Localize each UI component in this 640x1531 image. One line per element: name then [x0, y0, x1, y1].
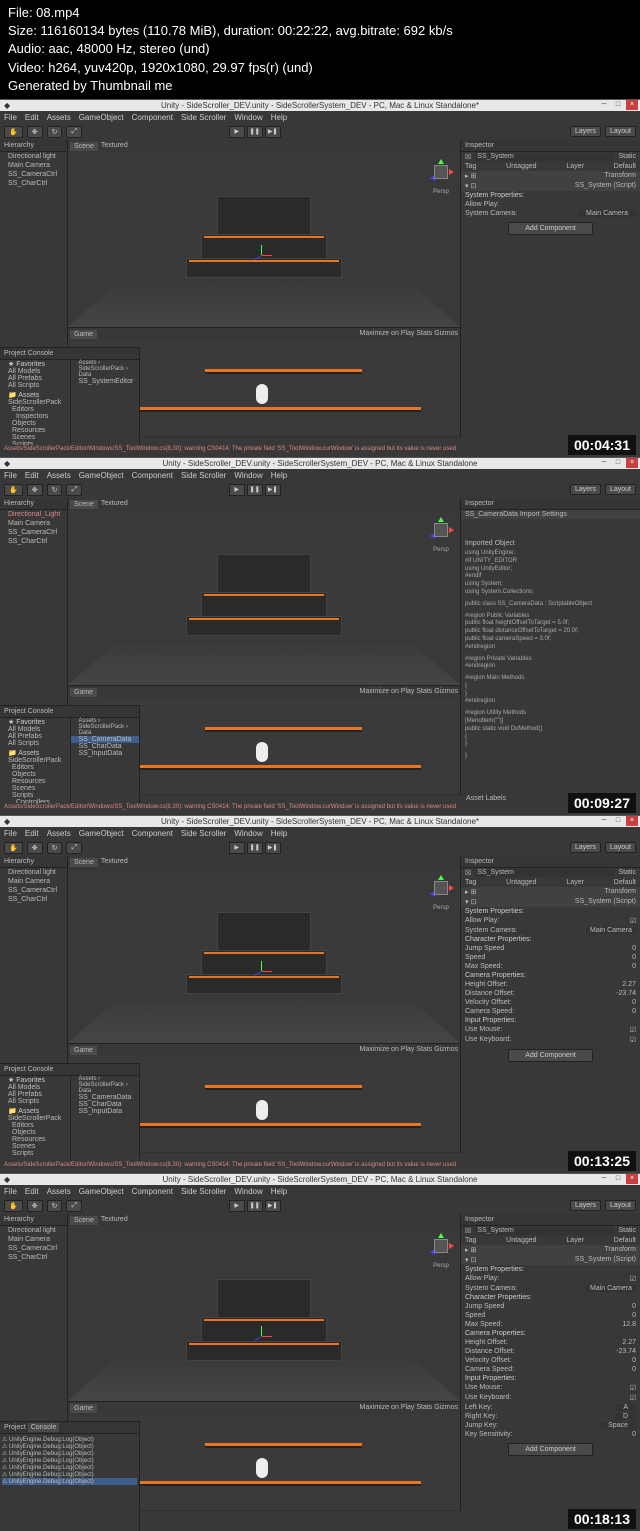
code-preview: using UnityEngine;#if UNITY_EDITORusing …: [461, 548, 640, 763]
maximize-button[interactable]: □: [612, 100, 624, 110]
hierarchy-item[interactable]: SS_CharCtrl: [0, 179, 67, 188]
layers-dropdown[interactable]: Layers: [570, 126, 601, 137]
thumbnail-2: ◆Unity - SideScroller_DEV.unity - SideSc…: [0, 457, 640, 815]
menu-assets[interactable]: Assets: [47, 113, 71, 122]
game-tab[interactable]: Game: [70, 330, 97, 339]
play-button[interactable]: ▶: [229, 126, 245, 138]
scene-toolbar: Scene Textured: [68, 140, 460, 153]
console-tab[interactable]: Console: [28, 350, 54, 357]
hand-tool[interactable]: ✋: [4, 126, 23, 138]
hierarchy-item[interactable]: Directional light: [0, 152, 67, 161]
menu-bar: File Edit Assets GameObject Component Si…: [0, 111, 640, 124]
filename: File: 08.mp4: [8, 4, 632, 22]
add-component-button[interactable]: Add Component: [508, 222, 593, 235]
menu-file[interactable]: File: [4, 113, 17, 122]
thumbnail-3: ◆Unity - SideScroller_DEV.unity - SideSc…: [0, 815, 640, 1173]
player-capsule: [256, 384, 268, 404]
timestamp: 00:04:31: [568, 435, 636, 455]
rotate-tool[interactable]: ↻: [47, 126, 63, 138]
textured-dropdown[interactable]: Textured: [101, 142, 128, 151]
minimize-button[interactable]: ─: [598, 100, 610, 110]
hierarchy-tab[interactable]: Hierarchy: [0, 140, 67, 152]
main-toolbar: ✋ ✥ ↻ ⤢ ▶ ❚❚ ▶❚ Layers Layout: [0, 124, 640, 140]
scale-tool[interactable]: ⤢: [66, 126, 82, 138]
view-cube[interactable]: Persp: [426, 157, 456, 187]
hierarchy-item[interactable]: SS_CameraCtrl: [0, 170, 67, 179]
menu-sidescroller[interactable]: Side Scroller: [181, 113, 226, 122]
audio-info: Audio: aac, 48000 Hz, stereo (und): [8, 40, 632, 58]
thumbnail-1: ◆ Unity - SideScroller_DEV.unity - SideS…: [0, 99, 640, 457]
window-title-bar: ◆ Unity - SideScroller_DEV.unity - SideS…: [0, 100, 640, 111]
menu-component[interactable]: Component: [132, 113, 173, 122]
project-panel: Project Console ★ Favorites All Models A…: [0, 347, 140, 457]
console-log: ⚠ UnityEngine.Debug:Log(Object) ⚠ UnityE…: [0, 1434, 139, 1487]
menu-help[interactable]: Help: [271, 113, 287, 122]
menu-window[interactable]: Window: [234, 113, 262, 122]
pause-button[interactable]: ❚❚: [247, 126, 263, 138]
menu-gameobject[interactable]: GameObject: [79, 113, 124, 122]
window-title: Unity - SideScroller_DEV.unity - SideScr…: [161, 101, 479, 110]
scene-tab[interactable]: Scene: [70, 142, 98, 151]
step-button[interactable]: ▶❚: [265, 126, 281, 138]
status-bar: Assets/SideScrollerPack/Editor/Windows/S…: [0, 445, 640, 457]
file-info-header: File: 08.mp4 Size: 116160134 bytes (110.…: [0, 0, 640, 99]
thumbnail-4: ◆Unity - SideScroller_DEV.unity - SideSc…: [0, 1173, 640, 1531]
move-tool[interactable]: ✥: [27, 126, 43, 138]
hierarchy-item[interactable]: Main Camera: [0, 161, 67, 170]
generated-by: Generated by Thumbnail me: [8, 77, 632, 95]
scene-view[interactable]: Persp: [68, 153, 460, 327]
video-info: Video: h264, yuv420p, 1920x1080, 29.97 f…: [8, 59, 632, 77]
menu-edit[interactable]: Edit: [25, 113, 39, 122]
unity-icon: ◆: [4, 101, 10, 110]
inspector-panel: Inspector ☒SS_SystemStatic TagUntaggedLa…: [460, 140, 640, 437]
layout-dropdown[interactable]: Layout: [605, 126, 636, 137]
filesize: Size: 116160134 bytes (110.78 MiB), dura…: [8, 22, 632, 40]
close-button[interactable]: ×: [626, 100, 638, 110]
inspector-tab[interactable]: Inspector: [461, 140, 640, 152]
project-tab[interactable]: Project: [4, 350, 26, 357]
